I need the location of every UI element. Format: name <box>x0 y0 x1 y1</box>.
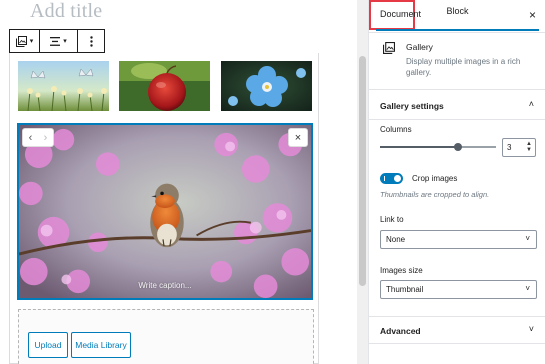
chevron-down-icon: ˅ <box>528 324 534 334</box>
link-to-value: None <box>386 235 406 244</box>
spinner-icon[interactable]: ▲ ▼ <box>526 141 532 153</box>
images-size-value: Thumbnail <box>386 285 424 294</box>
chevron-down-icon: ˅ <box>525 234 530 243</box>
toggle-knob <box>394 175 401 182</box>
align-icon <box>50 36 61 46</box>
link-to-label: Link to <box>380 215 404 224</box>
gallery-block-icon <box>15 35 27 47</box>
move-right-icon[interactable]: › <box>44 132 48 144</box>
panel-title: Advanced <box>380 326 421 336</box>
close-icon: × <box>294 131 302 144</box>
chevron-down-icon: ˅ <box>525 284 530 293</box>
images-size-select[interactable]: Thumbnail ˅ <box>380 280 537 299</box>
tab-block[interactable]: Block <box>369 0 539 31</box>
chevron-up-icon: ˄ <box>528 99 534 109</box>
block-type-switcher[interactable]: ▾ <box>10 30 40 52</box>
chevron-down-icon: ▾ <box>63 38 67 45</box>
more-options-button[interactable] <box>78 30 104 52</box>
move-left-icon[interactable]: ‹ <box>29 132 33 144</box>
block-card: Gallery Display multiple images in a ric… <box>369 34 545 90</box>
columns-slider-fill <box>380 146 458 148</box>
advanced-panel-toggle[interactable]: Advanced ˅ <box>369 316 545 344</box>
gallery-settings-panel-toggle[interactable]: Gallery settings ˄ <box>369 92 545 120</box>
columns-label: Columns <box>380 125 412 134</box>
columns-slider-handle[interactable] <box>454 143 462 151</box>
gallery-block-icon <box>383 42 395 54</box>
editor-scrollbar-thumb[interactable] <box>359 56 366 286</box>
gallery-image-flower[interactable] <box>221 61 312 111</box>
settings-sidebar: Document Block × Gallery Display multipl… <box>368 0 545 364</box>
crop-images-label: Crop images <box>412 174 458 183</box>
upload-button[interactable]: Upload <box>28 332 68 358</box>
post-title-input[interactable]: Add title <box>30 0 102 23</box>
gallery-image-apple[interactable] <box>119 61 210 111</box>
gallery-image-robin[interactable]: ‹ › × Write caption... <box>17 123 313 300</box>
remove-image-button[interactable]: × <box>289 129 307 146</box>
close-sidebar-button[interactable]: × <box>529 8 536 22</box>
images-size-label: Images size <box>380 266 423 275</box>
block-card-description: Display multiple images in a rich galler… <box>406 57 521 77</box>
gallery-image-butterflies[interactable] <box>18 61 109 111</box>
block-toolbar: ▾ ▾ <box>9 29 105 53</box>
chevron-down-icon: ▾ <box>29 38 34 45</box>
sidebar-tabs: Document Block × <box>369 0 545 33</box>
close-icon: × <box>528 8 536 22</box>
align-button[interactable]: ▾ <box>40 30 78 52</box>
columns-value: 3 <box>507 143 512 152</box>
image-move-buttons: ‹ › <box>23 129 53 146</box>
block-editor: Add title ▾ ▾ ‹ › × Write caption... Upl… <box>0 0 545 364</box>
panel-title: Gallery settings <box>380 101 444 111</box>
tab-block-label: Block <box>446 6 469 16</box>
image-caption-input[interactable]: Write caption... <box>19 281 311 290</box>
link-to-select[interactable]: None ˅ <box>380 230 537 249</box>
crop-images-toggle[interactable] <box>380 173 403 184</box>
block-card-title: Gallery <box>406 42 433 52</box>
active-tab-indicator <box>376 29 539 31</box>
media-library-button[interactable]: Media Library <box>71 332 131 358</box>
toggle-on-mark <box>384 176 385 181</box>
columns-number-input[interactable]: 3 ▲ ▼ <box>502 138 536 157</box>
editor-canvas: Add title ▾ ▾ ‹ › × Write caption... Upl… <box>0 0 357 364</box>
more-options-icon <box>89 35 93 47</box>
crop-images-help: Thumbnails are cropped to align. <box>380 190 490 199</box>
